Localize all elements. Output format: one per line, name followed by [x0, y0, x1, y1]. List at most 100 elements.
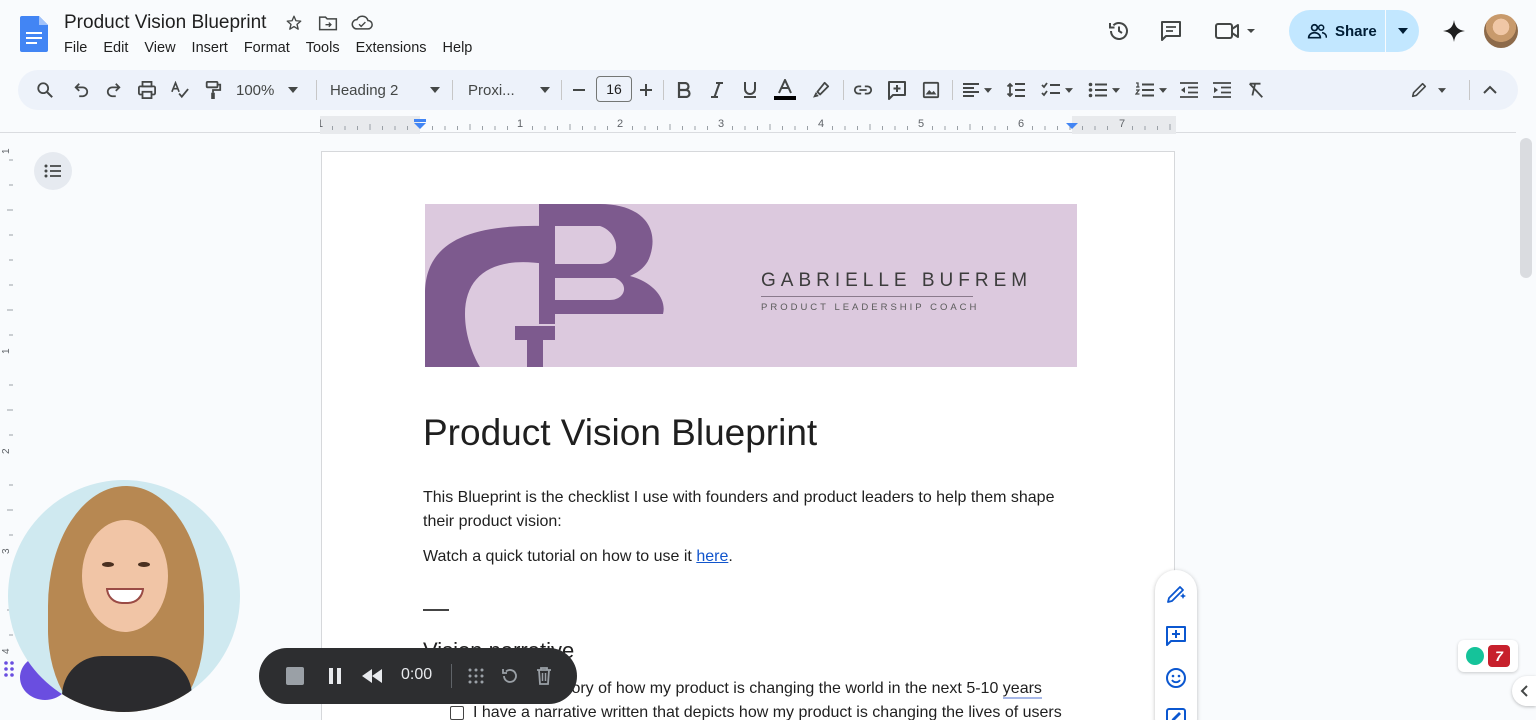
menu-file[interactable]: File [64, 38, 95, 58]
toolbar-divider [843, 80, 844, 100]
version-history-icon[interactable] [1106, 18, 1132, 44]
grammarly-icon[interactable] [1466, 647, 1484, 665]
document-heading[interactable]: Product Vision Blueprint [423, 412, 817, 454]
checklist-item-text: I have a narrative written that depicts … [473, 704, 1062, 720]
cloud-saved-icon[interactable] [351, 12, 373, 34]
emoji-reaction-icon[interactable] [1164, 666, 1188, 690]
increase-font-size-icon[interactable] [637, 78, 655, 102]
document-page[interactable]: GB GABRIELLE BUFREM PRODUCT LEADERSHIP C… [321, 151, 1175, 720]
docs-logo-icon[interactable] [20, 16, 48, 52]
ruler-mark: 2 [617, 118, 623, 130]
clear-formatting-icon[interactable] [1245, 78, 1267, 102]
checklist-item-text: story of how my product is changing the … [559, 680, 1042, 699]
stop-recording-icon[interactable] [283, 664, 307, 688]
webcam-clothing [62, 656, 192, 712]
grammar-suggestion-word[interactable]: years [1002, 680, 1042, 699]
user-avatar[interactable] [1484, 14, 1518, 48]
document-outline-button[interactable] [34, 152, 72, 190]
move-folder-icon[interactable] [317, 12, 339, 34]
ruler-mark: 3 [1, 548, 12, 554]
vertical-scrollbar[interactable] [1520, 138, 1532, 278]
italic-icon[interactable] [706, 78, 728, 102]
increase-indent-icon[interactable] [1211, 78, 1233, 102]
menu-insert[interactable]: Insert [184, 38, 236, 58]
insert-image-icon[interactable] [920, 78, 942, 102]
delete-recording-icon[interactable] [533, 664, 555, 688]
menu-format[interactable]: Format [236, 38, 298, 58]
zoom-select[interactable]: 100% [236, 78, 308, 102]
share-label: Share [1335, 22, 1377, 40]
checklist-checkbox[interactable] [450, 706, 464, 720]
checklist-item-2[interactable]: I have a narrative written that depicts … [450, 704, 1062, 720]
meet-icon[interactable] [1214, 18, 1258, 44]
suggest-edit-icon[interactable] [1164, 706, 1188, 720]
tutorial-paragraph[interactable]: Watch a quick tutorial on how to use it … [423, 548, 733, 566]
drag-handle-icon[interactable] [465, 664, 487, 688]
share-main-button[interactable]: Share [1289, 23, 1385, 40]
search-menus-icon[interactable] [34, 78, 56, 102]
undo-icon[interactable] [70, 78, 92, 102]
webcam-eye [102, 562, 114, 567]
help-me-write-icon[interactable] [1164, 582, 1188, 606]
print-icon[interactable] [136, 78, 158, 102]
checklist-select[interactable] [1038, 78, 1076, 102]
menu-help[interactable]: Help [435, 38, 481, 58]
document-title[interactable]: Product Vision Blueprint [64, 12, 266, 34]
menu-tools[interactable]: Tools [298, 38, 348, 58]
comments-icon[interactable] [1158, 18, 1184, 44]
pause-icon[interactable] [323, 664, 347, 688]
spellcheck-icon[interactable] [169, 78, 191, 102]
star-icon[interactable] [283, 12, 305, 34]
rewind-icon[interactable] [359, 664, 385, 688]
caret-down-icon [1065, 87, 1073, 93]
numbered-list-select[interactable] [1132, 78, 1170, 102]
drag-grip-icon[interactable] [3, 660, 15, 678]
first-line-indent-marker[interactable] [414, 119, 426, 122]
editing-mode-select[interactable] [1406, 78, 1450, 102]
align-select[interactable] [960, 78, 994, 102]
header-banner-image[interactable]: GB GABRIELLE BUFREM PRODUCT LEADERSHIP C… [425, 204, 1077, 367]
people-icon [1307, 23, 1327, 39]
redo-icon[interactable] [103, 78, 125, 102]
text-color-icon[interactable] [772, 78, 798, 102]
numbered-list-icon [1135, 82, 1154, 97]
share-button[interactable]: Share [1289, 10, 1419, 52]
caret-down-icon [288, 87, 299, 93]
font-value: Proxi... [468, 81, 515, 99]
gemini-sparkle-icon[interactable] [1441, 18, 1467, 44]
share-dropdown-button[interactable] [1386, 28, 1419, 34]
caret-down-icon [540, 87, 550, 93]
add-comment-icon[interactable] [1164, 624, 1188, 648]
restart-icon[interactable] [499, 664, 521, 688]
vertical-ruler[interactable]: 1 1 2 3 4 [0, 140, 14, 720]
hide-menus-icon[interactable] [1479, 78, 1501, 102]
checklist-item-1[interactable]: story of how my product is changing the … [559, 680, 1042, 699]
paint-format-icon[interactable] [202, 78, 224, 102]
line-spacing-icon[interactable] [1005, 78, 1027, 102]
font-select[interactable]: Proxi... [468, 78, 550, 102]
toolbar-divider [316, 80, 317, 100]
insert-link-icon[interactable] [852, 78, 874, 102]
expand-side-panel-icon[interactable] [1512, 676, 1536, 706]
paragraph-style-select[interactable]: Heading 2 [330, 78, 440, 102]
bulleted-list-select[interactable] [1085, 78, 1123, 102]
toolbar-divider [1469, 80, 1470, 100]
insert-comment-icon[interactable] [886, 78, 908, 102]
bold-icon[interactable] [673, 78, 695, 102]
tutorial-link[interactable]: here [696, 548, 728, 565]
font-size-input[interactable]: 16 [596, 76, 632, 102]
underline-icon[interactable] [739, 78, 761, 102]
menu-edit[interactable]: Edit [95, 38, 136, 58]
caret-down-icon [1438, 87, 1446, 93]
menu-view[interactable]: View [136, 38, 183, 58]
menu-extensions[interactable]: Extensions [348, 38, 435, 58]
intro-paragraph[interactable]: This Blueprint is the checklist I use wi… [423, 486, 1073, 534]
decrease-font-size-icon[interactable] [570, 78, 588, 102]
caret-down-icon [984, 87, 992, 93]
extension-count-badge[interactable]: 7 [1488, 645, 1510, 667]
highlight-color-icon[interactable] [810, 78, 832, 102]
horizontal-ruler[interactable]: 1 1 2 3 4 5 6 7 [320, 116, 1176, 134]
horizontal-rule [423, 609, 449, 611]
decrease-indent-icon[interactable] [1178, 78, 1200, 102]
webcam-bubble[interactable] [8, 480, 240, 712]
